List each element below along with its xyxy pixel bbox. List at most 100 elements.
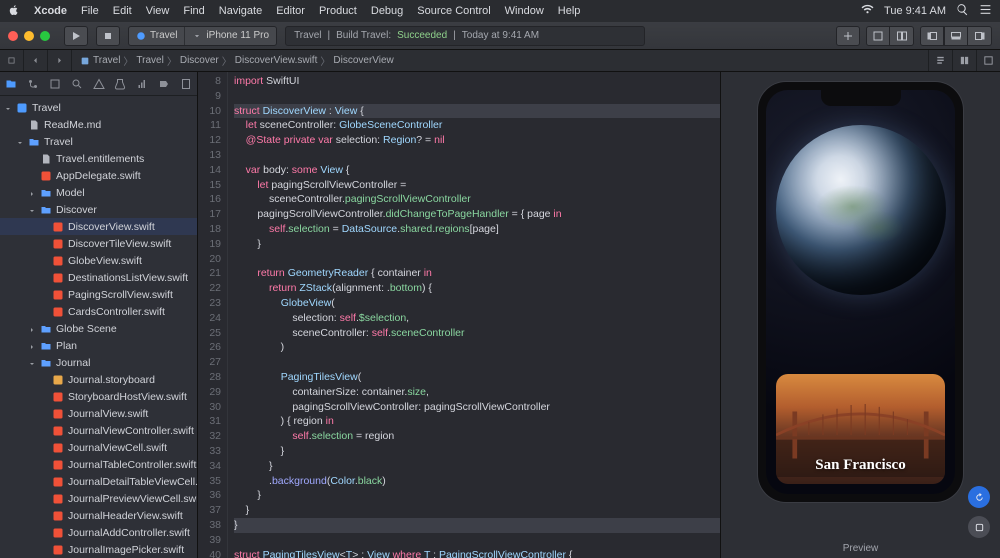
tree-item[interactable]: CardsController.swift xyxy=(0,303,197,320)
test-navigator-tab[interactable] xyxy=(109,72,131,95)
report-navigator-tab[interactable] xyxy=(175,72,197,95)
tree-item[interactable]: Globe Scene xyxy=(0,320,197,337)
activity-viewer[interactable]: Travel | Build Travel: Succeeded | Today… xyxy=(285,26,645,46)
tree-item[interactable]: DiscoverTileView.swift xyxy=(0,235,197,252)
tree-item[interactable]: Journal.storyboard xyxy=(0,371,197,388)
library-button[interactable] xyxy=(836,26,860,46)
tree-item[interactable]: Journal xyxy=(0,354,197,371)
editor-mode-segmented xyxy=(866,26,914,46)
add-editor-button[interactable] xyxy=(976,50,1000,71)
symbol-navigator-tab[interactable] xyxy=(44,72,66,95)
tree-item[interactable]: JournalTableController.swift xyxy=(0,456,197,473)
menu-file[interactable]: File xyxy=(81,5,99,17)
wifi-icon[interactable] xyxy=(861,3,874,19)
spotlight-icon[interactable] xyxy=(956,3,969,19)
minimap-button[interactable] xyxy=(928,50,952,71)
run-button[interactable] xyxy=(64,26,88,46)
breadcrumb-seg-0[interactable]: Travel xyxy=(93,55,120,66)
menu-app-name[interactable]: Xcode xyxy=(34,5,67,17)
tree-item-label: JournalViewController.swift xyxy=(68,425,194,437)
tree-item[interactable]: DiscoverView.swift xyxy=(0,218,197,235)
folder-icon xyxy=(28,136,40,148)
menu-edit[interactable]: Edit xyxy=(113,5,132,17)
minimize-window-button[interactable] xyxy=(24,31,34,41)
tree-item[interactable]: AppDelegate.swift xyxy=(0,167,197,184)
menu-window[interactable]: Window xyxy=(505,5,544,17)
swift-icon xyxy=(52,425,64,437)
tree-item[interactable]: Plan xyxy=(0,337,197,354)
tree-item-label: JournalTableController.swift xyxy=(68,459,196,471)
tree-item[interactable]: JournalPreviewViewCell.swift xyxy=(0,490,197,507)
plist-icon xyxy=(40,153,52,165)
swift-icon xyxy=(40,170,52,182)
tree-item[interactable]: PagingScrollView.swift xyxy=(0,286,197,303)
adjust-editor-options-button[interactable] xyxy=(952,50,976,71)
menu-product[interactable]: Product xyxy=(319,5,357,17)
toggle-debug-area-button[interactable] xyxy=(944,26,968,46)
toggle-inspector-button[interactable] xyxy=(968,26,992,46)
tree-item[interactable]: JournalViewCell.swift xyxy=(0,439,197,456)
tree-item[interactable]: JournalImagePicker.swift xyxy=(0,541,197,558)
menu-help[interactable]: Help xyxy=(558,5,581,17)
breadcrumb-seg-2[interactable]: Discover xyxy=(180,55,219,66)
destination-card[interactable]: San Francisco xyxy=(776,374,945,484)
menu-find[interactable]: Find xyxy=(183,5,204,17)
tree-item[interactable]: Discover xyxy=(0,201,197,218)
breadcrumb-seg-3[interactable]: DiscoverView.swift xyxy=(235,55,318,66)
issue-navigator-tab[interactable] xyxy=(88,72,110,95)
breadcrumb-seg-4[interactable]: DiscoverView xyxy=(333,55,393,66)
scheme-device-label: iPhone 11 Pro xyxy=(206,30,269,41)
tree-item[interactable]: ReadMe.md xyxy=(0,116,197,133)
project-navigator-tab[interactable] xyxy=(0,72,22,95)
zoom-window-button[interactable] xyxy=(40,31,50,41)
code-area[interactable]: import SwiftUI struct DiscoverView : Vie… xyxy=(228,72,720,558)
tree-item[interactable]: JournalHeaderView.swift xyxy=(0,507,197,524)
stop-button[interactable] xyxy=(96,26,120,46)
canvas-refresh-button[interactable] xyxy=(968,486,990,508)
back-button[interactable] xyxy=(24,50,48,71)
menu-navigate[interactable]: Navigate xyxy=(219,5,262,17)
standard-editor-button[interactable] xyxy=(866,26,890,46)
clock[interactable]: Tue 9:41 AM xyxy=(884,5,946,17)
tree-item-label: JournalAddController.swift xyxy=(68,527,190,539)
tree-item-label: ReadMe.md xyxy=(44,119,101,131)
tree-item-label: Model xyxy=(56,187,85,199)
tree-item[interactable]: Model xyxy=(0,184,197,201)
tree-item[interactable]: DestinationsListView.swift xyxy=(0,269,197,286)
debug-navigator-tab[interactable] xyxy=(131,72,153,95)
scheme-selector[interactable]: Travel iPhone 11 Pro xyxy=(128,26,277,46)
swift-icon xyxy=(52,238,64,250)
control-center-icon[interactable] xyxy=(979,3,992,19)
assistant-editor-button[interactable] xyxy=(890,26,914,46)
tree-item[interactable]: Travel.entitlements xyxy=(0,150,197,167)
breadcrumb[interactable]: Travel〉 Travel〉 Discover〉 DiscoverView.s… xyxy=(72,50,402,71)
canvas-settings-button[interactable] xyxy=(968,516,990,538)
swift-icon xyxy=(52,255,64,267)
related-items-button[interactable] xyxy=(0,50,24,71)
toggle-navigator-button[interactable] xyxy=(920,26,944,46)
menu-view[interactable]: View xyxy=(146,5,170,17)
forward-button[interactable] xyxy=(48,50,72,71)
breakpoint-navigator-tab[interactable] xyxy=(153,72,175,95)
menu-debug[interactable]: Debug xyxy=(371,5,403,17)
close-window-button[interactable] xyxy=(8,31,18,41)
tree-item-label: JournalView.swift xyxy=(68,408,148,420)
tree-item[interactable]: Travel xyxy=(0,133,197,150)
tree-item[interactable]: GlobeView.swift xyxy=(0,252,197,269)
tree-item-label: JournalPreviewViewCell.swift xyxy=(68,493,197,505)
tree-item[interactable]: JournalDetailTableViewCell.swift xyxy=(0,473,197,490)
tree-item[interactable]: StoryboardHostView.swift xyxy=(0,388,197,405)
find-navigator-tab[interactable] xyxy=(66,72,88,95)
menu-source-control[interactable]: Source Control xyxy=(417,5,490,17)
tree-item[interactable]: JournalViewController.swift xyxy=(0,422,197,439)
tree-item[interactable]: Travel xyxy=(0,99,197,116)
source-editor[interactable]: 8910111213141516171819202122232425262728… xyxy=(198,72,720,558)
tree-item-label: Journal.storyboard xyxy=(68,374,155,386)
source-control-navigator-tab[interactable] xyxy=(22,72,44,95)
device-screen[interactable]: San Francisco xyxy=(766,90,955,494)
menu-editor[interactable]: Editor xyxy=(276,5,305,17)
breadcrumb-seg-1[interactable]: Travel xyxy=(136,55,163,66)
tree-item[interactable]: JournalView.swift xyxy=(0,405,197,422)
apple-logo-icon[interactable] xyxy=(8,4,20,19)
tree-item[interactable]: JournalAddController.swift xyxy=(0,524,197,541)
